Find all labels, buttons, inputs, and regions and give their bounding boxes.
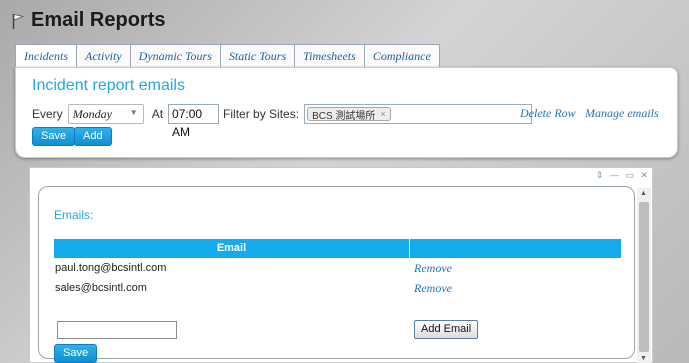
window-controls[interactable]: ⇕ — ▭ ✕ (596, 170, 650, 181)
email-table: Email paul.tong@bcsintl.com Remove sales… (54, 239, 621, 298)
remove-link[interactable]: Remove (414, 281, 452, 295)
site-tag: BCS 測試場所 × (307, 107, 391, 122)
add-button[interactable]: Add (74, 127, 112, 146)
scrollbar-thumb[interactable] (639, 202, 649, 352)
add-email-button[interactable]: Add Email (414, 320, 479, 339)
save-button[interactable]: Save (32, 127, 76, 146)
filter-sites-label: Filter by Sites: (223, 107, 300, 121)
table-row: paul.tong@bcsintl.com Remove (54, 258, 621, 278)
time-input[interactable]: 07:00 AM (168, 104, 220, 139)
emails-label: Emails: (54, 208, 94, 222)
scroll-down-icon[interactable]: ▼ (640, 355, 647, 362)
manage-emails-link[interactable]: Manage emails (585, 106, 659, 121)
page-title: Email Reports (12, 9, 165, 32)
scroll-up-icon[interactable]: ▲ (640, 190, 647, 197)
report-title: Incident report emails (32, 77, 185, 94)
email-cell: sales@bcsintl.com (55, 282, 147, 294)
tab-timesheets[interactable]: Timesheets (295, 44, 365, 67)
day-select-value: Monday (72, 106, 113, 121)
schedule-row: Every Monday ▼ At 07:00 AM Filter by Sit… (32, 104, 533, 139)
table-row: sales@bcsintl.com Remove (54, 278, 621, 298)
day-select[interactable]: Monday ▼ (67, 104, 144, 124)
manage-emails-dialog: ⇕ — ▭ ✕ ▲ ▼ Emails: Email paul.tong@bcsi… (29, 167, 653, 363)
chevron-down-icon: ▼ (129, 108, 138, 117)
remove-tag-icon[interactable]: × (380, 109, 385, 119)
email-column-header: Email (54, 239, 410, 258)
email-cell: paul.tong@bcsintl.com (55, 262, 167, 274)
action-column-header (410, 239, 621, 258)
page-title-text: Email Reports (31, 9, 166, 31)
new-email-input[interactable] (57, 321, 177, 339)
tab-incidents[interactable]: Incidents (15, 44, 77, 67)
tab-static-tours[interactable]: Static Tours (220, 44, 296, 67)
remove-link[interactable]: Remove (414, 261, 452, 275)
flag-icon (12, 13, 24, 29)
incident-report-panel: Incident report emails Every Monday ▼ At… (15, 67, 678, 158)
report-tabs: Incidents Activity Dynamic Tours Static … (15, 44, 440, 67)
sites-filter-input[interactable]: BCS 測試場所 × (304, 104, 533, 124)
scrollbar[interactable]: ▲ ▼ (637, 188, 651, 363)
save-emails-button[interactable]: Save (54, 344, 98, 363)
tab-activity[interactable]: Activity (77, 44, 131, 67)
tab-compliance[interactable]: Compliance (364, 44, 440, 67)
email-table-header: Email (54, 239, 621, 258)
delete-row-link[interactable]: Delete Row (520, 106, 576, 121)
tab-dynamic-tours[interactable]: Dynamic Tours (130, 44, 221, 67)
emails-card: Emails: Email paul.tong@bcsintl.com Remo… (38, 186, 635, 363)
site-tag-label: BCS 測試場所 (312, 110, 376, 122)
every-label: Every (32, 107, 63, 121)
at-label: At (151, 107, 164, 121)
